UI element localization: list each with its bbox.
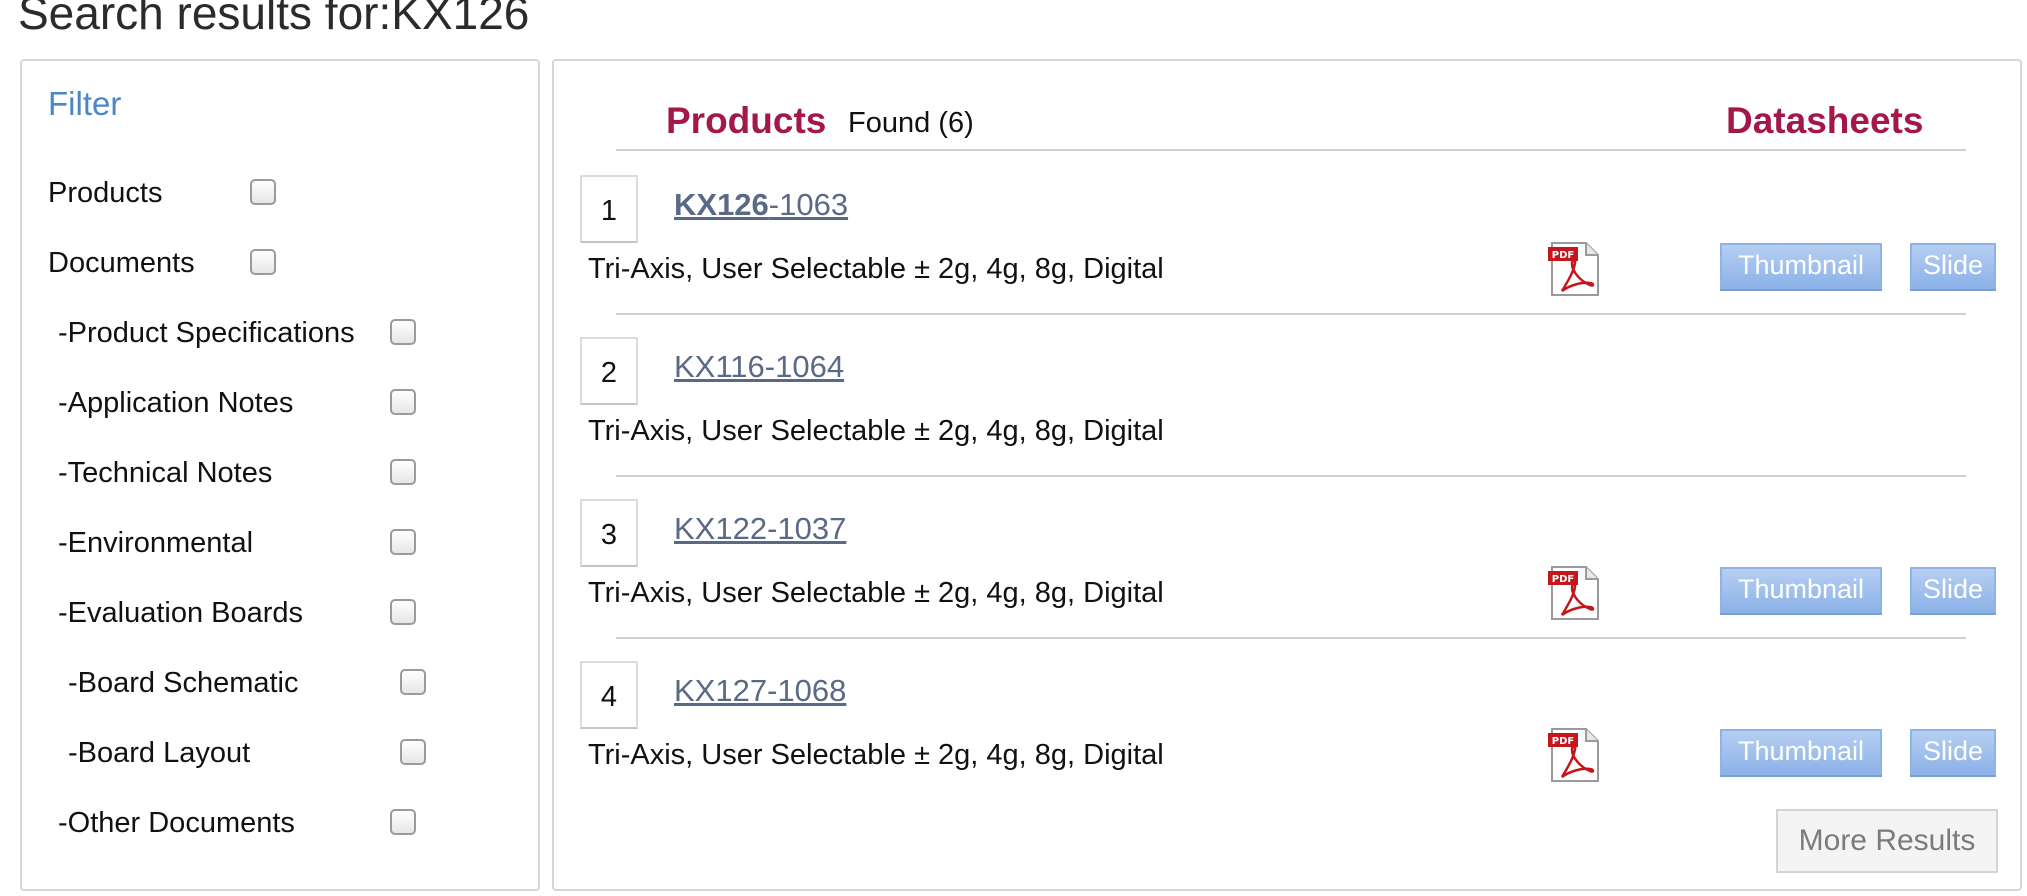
result-row: 1 KX126-1063 Tri-Axis, User Selectable ±… (554, 153, 2020, 315)
datasheets-heading: Datasheets (1726, 100, 1924, 141)
result-row: 2 KX116-1064 Tri-Axis, User Selectable ±… (554, 315, 2020, 477)
result-rank: 2 (580, 337, 638, 405)
filter-row-board-schematic: -Board Schematic (22, 663, 538, 703)
filter-label: -Board Layout (68, 737, 251, 769)
filter-label: -Technical Notes (58, 457, 273, 489)
more-results-button[interactable]: More Results (1776, 809, 1998, 873)
part-description: Tri-Axis, User Selectable ± 2g, 4g, 8g, … (588, 415, 1164, 447)
result-rank: 4 (580, 661, 638, 729)
filter-label: -Board Schematic (68, 667, 299, 699)
filter-row-board-layout: -Board Layout (22, 733, 538, 773)
svg-text:PDF: PDF (1552, 250, 1574, 261)
filter-label: -Application Notes (58, 387, 294, 419)
filter-label: Documents (48, 247, 195, 279)
results-header: Products Found (6) Datasheets (616, 91, 1966, 151)
part-number-rest: KX127-1068 (674, 673, 847, 708)
svg-text:PDF: PDF (1552, 736, 1574, 747)
result-row: 4 KX127-1068 Tri-Axis, User Selectable ±… (554, 639, 2020, 801)
slide-button[interactable]: Slide (1910, 729, 1996, 775)
result-rank: 1 (580, 175, 638, 243)
part-number-rest: KX122-1037 (674, 511, 847, 546)
filter-row-evaluation-boards: -Evaluation Boards (22, 593, 538, 633)
part-number-link[interactable]: KX126-1063 (674, 183, 848, 227)
other-documents-checkbox[interactable] (390, 809, 416, 835)
pdf-icon[interactable]: PDF (1546, 241, 1602, 297)
slide-button[interactable]: Slide (1910, 567, 1996, 613)
filter-label: Products (48, 177, 163, 209)
product-specifications-checkbox[interactable] (390, 319, 416, 345)
thumbnail-button[interactable]: Thumbnail (1720, 243, 1882, 289)
filter-row-products: Products (22, 173, 538, 213)
board-layout-checkbox[interactable] (400, 739, 426, 765)
documents-checkbox[interactable] (250, 249, 276, 275)
result-row: 3 KX122-1037 Tri-Axis, User Selectable ±… (554, 477, 2020, 639)
products-checkbox[interactable] (250, 179, 276, 205)
thumbnail-button[interactable]: Thumbnail (1720, 567, 1882, 613)
filter-label: -Evaluation Boards (58, 597, 304, 629)
filter-row-environmental: -Environmental (22, 523, 538, 563)
part-number-link[interactable]: KX122-1037 (674, 507, 846, 551)
filter-panel: Filter Products Documents -Product Speci… (20, 59, 540, 891)
slide-button[interactable]: Slide (1910, 243, 1996, 289)
filter-label: -Product Specifications (58, 317, 355, 349)
part-number-link[interactable]: KX116-1064 (674, 345, 844, 389)
results-panel: Products Found (6) Datasheets 1 KX126-10… (552, 59, 2022, 891)
filter-row-other-documents: -Other Documents (22, 803, 538, 843)
filter-heading: Filter (48, 85, 122, 122)
pdf-icon[interactable]: PDF (1546, 727, 1602, 783)
filter-row-documents: Documents (22, 243, 538, 283)
part-description: Tri-Axis, User Selectable ± 2g, 4g, 8g, … (588, 577, 1164, 609)
part-number-rest: -1063 (768, 187, 849, 222)
part-description: Tri-Axis, User Selectable ± 2g, 4g, 8g, … (588, 253, 1164, 285)
part-number-rest: KX116-1064 (674, 349, 845, 384)
evaluation-boards-checkbox[interactable] (390, 599, 416, 625)
technical-notes-checkbox[interactable] (390, 459, 416, 485)
pdf-icon[interactable]: PDF (1546, 565, 1602, 621)
filter-row-product-specifications: -Product Specifications (22, 313, 538, 353)
environmental-checkbox[interactable] (390, 529, 416, 555)
application-notes-checkbox[interactable] (390, 389, 416, 415)
part-description: Tri-Axis, User Selectable ± 2g, 4g, 8g, … (588, 739, 1164, 771)
board-schematic-checkbox[interactable] (400, 669, 426, 695)
part-number-link[interactable]: KX127-1068 (674, 669, 846, 713)
filter-label: -Other Documents (58, 807, 295, 839)
part-number-match: KX126 (674, 187, 769, 222)
result-rank: 3 (580, 499, 638, 567)
page-title: Search results for:KX126 (18, 0, 530, 39)
filter-row-application-notes: -Application Notes (22, 383, 538, 423)
products-heading: Products (666, 100, 827, 141)
svg-text:PDF: PDF (1552, 574, 1574, 585)
filter-row-technical-notes: -Technical Notes (22, 453, 538, 493)
filter-label: -Environmental (58, 527, 254, 559)
thumbnail-button[interactable]: Thumbnail (1720, 729, 1882, 775)
found-count: Found (6) (848, 107, 974, 139)
